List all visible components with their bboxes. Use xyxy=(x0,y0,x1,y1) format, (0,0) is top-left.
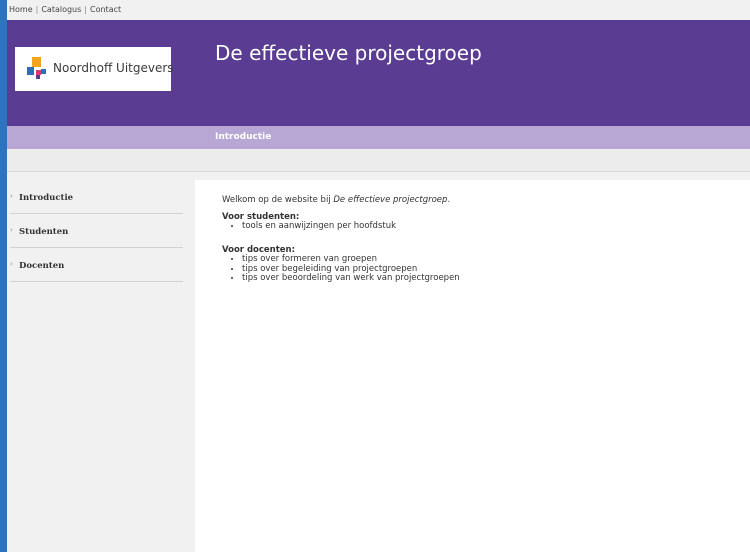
students-heading-label: Voor studenten xyxy=(222,211,296,222)
nav-link-contact[interactable]: Contact xyxy=(90,5,121,14)
noordhoff-logo-icon xyxy=(27,57,46,79)
teachers-heading-colon: : xyxy=(291,244,296,255)
nav-separator: | xyxy=(84,5,87,14)
chevron-right-icon: › xyxy=(10,192,13,200)
list-item: tips over beoordeling van werk van proje… xyxy=(242,273,460,284)
chevron-right-icon: › xyxy=(10,226,13,234)
site-header: Noordhoff Uitgevers De effectieve projec… xyxy=(7,20,750,126)
sidebar-item-studenten[interactable]: › Studenten xyxy=(10,214,183,248)
list-item: tools en aanwijzingen per hoofdstuk xyxy=(242,221,460,232)
chevron-right-icon: › xyxy=(10,260,13,268)
sidebar-item-docenten[interactable]: › Docenten xyxy=(10,248,183,282)
sidebar: › Introductie › Studenten › Docenten xyxy=(7,180,183,552)
sidebar-item-label: Introductie xyxy=(19,193,74,203)
students-list: tools en aanwijzingen per hoofdstuk xyxy=(222,221,460,232)
nav-link-home[interactable]: Home xyxy=(9,5,33,14)
section-bar: Introductie xyxy=(7,126,750,149)
main-content: Welkom op de website bij De effectieve p… xyxy=(195,180,750,552)
publisher-logo[interactable]: Noordhoff Uitgevers xyxy=(15,47,174,91)
welcome-prefix: Welkom op de website bij xyxy=(222,195,334,205)
window-frame: Home | Catalogus | Contact Noordhoff Uitgeve… xyxy=(0,0,750,552)
welcome-site-name: De effectieve projectgroep xyxy=(333,195,448,205)
welcome-text: Welkom op de website bij De effectieve p… xyxy=(222,195,460,206)
web-page: Home | Catalogus | Contact Noordhoff Uitgeve… xyxy=(7,0,750,552)
welcome-suffix: . xyxy=(447,195,451,205)
logo-text: Noordhoff Uitgevers xyxy=(53,61,174,75)
site-title: De effectieve projectgroep xyxy=(215,41,482,65)
teachers-list: tips over formeren van groepen tips over… xyxy=(222,254,460,284)
sidebar-item-label: Docenten xyxy=(19,261,65,271)
section-title: Introductie xyxy=(215,132,272,142)
sidebar-item-label: Studenten xyxy=(19,227,69,237)
top-navigation: Home | Catalogus | Contact xyxy=(7,0,750,20)
sidebar-item-introductie[interactable]: › Introductie xyxy=(10,180,183,214)
nav-link-catalogus[interactable]: Catalogus xyxy=(41,5,81,14)
content-body: Welkom op de website bij De effectieve p… xyxy=(222,195,460,284)
divider-strip xyxy=(7,149,750,172)
students-heading-colon: : xyxy=(295,211,300,222)
teachers-heading-label: Voor docenten xyxy=(222,244,292,255)
